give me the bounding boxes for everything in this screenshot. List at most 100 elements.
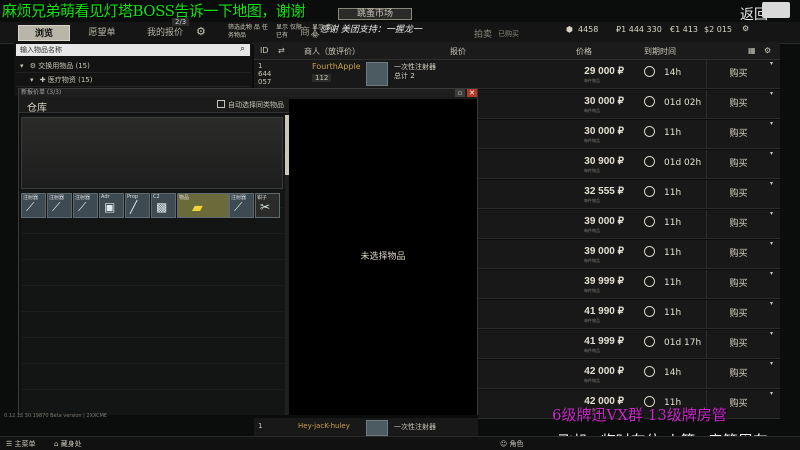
buy-button[interactable]: 购买 [706,330,770,358]
column-offer[interactable]: 报价 [450,46,466,57]
refresh-icon[interactable]: ⚙ [742,24,749,33]
close-icon[interactable]: ✕ [467,89,477,97]
clock-icon [644,276,655,287]
offer-price: 39 999 ₽ [584,276,624,287]
grid-icon[interactable]: ▦ [748,46,756,55]
tab-browse[interactable]: 浏览 [18,25,70,41]
gear-icon[interactable]: ⚙ [764,46,771,55]
syringe-icon: ⟋ [234,200,243,214]
stash-containers[interactable] [21,117,283,189]
filter-quest-items-button[interactable]: 筛选此物 品 任务物品 [228,24,270,40]
pliers-icon: ✂ [260,200,271,214]
hideout-button[interactable]: ⌂ 藏身处 [54,439,82,449]
buy-button[interactable]: 购买 [706,240,770,268]
tab-handbook[interactable]: 拍卖 [474,27,492,40]
stash-titlebar[interactable]: 新报价单 (3/3) [19,89,477,97]
buy-button[interactable]: 购买 [706,60,770,88]
row-menu-icon[interactable] [770,240,776,268]
syringe-item-icon[interactable] [366,420,388,436]
row-menu-icon[interactable] [770,330,776,358]
buy-button[interactable]: 购买 [706,150,770,178]
minimize-icon[interactable]: ▫ [455,89,465,97]
offer-time: 11h [664,278,682,288]
stash-item[interactable]: 钳子 ✂ [255,193,280,218]
character-button[interactable]: ☺ 角色 [500,439,524,449]
price-per-item: 每件物品 [584,318,600,323]
stash-item[interactable]: 注射器 ⟋ [21,193,46,218]
chip-icon: ▩ [156,200,168,214]
sync-icon[interactable]: ⇄ [278,46,285,55]
collapse-icon[interactable]: ▾ [20,62,24,70]
offer-count-badge: 2/3 [172,18,190,26]
clock-icon [644,306,655,317]
buy-button[interactable]: 购买 [706,360,770,388]
gear-icon[interactable]: ⚙ [196,26,208,38]
buy-button[interactable]: 购买 [706,90,770,118]
buy-button[interactable]: 购买 [706,210,770,238]
gold-bar-icon: ▰ [192,200,203,216]
column-merchant[interactable]: 商人（放评价） [304,46,360,57]
barter-icon: ⚙ [29,62,37,70]
row-menu-icon[interactable] [770,210,776,238]
column-id[interactable]: ID [260,46,269,55]
category-row-barter[interactable]: ▾ ⚙ 交换用物品 (15) [16,60,250,73]
auto-select-label: 自动选择同类物品 [228,101,284,109]
syringe-icon: ⟋ [52,200,61,214]
search-input[interactable]: 输入物品名称 [16,44,250,56]
checkbox-icon[interactable] [217,100,225,108]
auto-select-toggle[interactable]: 自动选择同类物品 [217,100,284,110]
stash-item[interactable]: 注射器 ⟋ [229,193,254,218]
row-menu-icon[interactable] [770,90,776,118]
pen-icon: ╱ [130,200,138,214]
price-per-item: 每件物品 [584,108,600,113]
merchant-name[interactable]: FourthApple [312,62,361,71]
offer-price: 41 999 ₽ [584,336,624,347]
no-item-selected-label: 未选择物品 [360,252,406,262]
category-label-barter: 交换用物品 (15) [38,62,90,70]
collapse-icon[interactable]: ▾ [30,76,34,84]
row-menu-icon[interactable] [770,60,776,88]
main-menu-label: 主菜单 [14,440,36,448]
buy-button[interactable]: 购买 [706,300,770,328]
sponsor-subtitle: 感谢 美团支持：一握龙一 [320,25,422,35]
rouble-balance: ₽1 444 330 [616,25,662,34]
row-menu-icon[interactable] [770,300,776,328]
offer-price: 39 000 ₽ [584,216,624,227]
stash-item[interactable]: 物品 ▰ [177,193,229,218]
stash-window: 新报价单 (3/3) ▫ ✕ 仓库 自动选择同类物品 注射器 ⟋ 注射器 ⟋ 注射器… [18,88,478,415]
tab-wishlist[interactable]: 愿望单 [78,25,126,41]
offer-row: 39 000 ₽ 每件物品 11h 购买 [478,210,780,239]
price-per-item: 每件物品 [584,288,600,293]
row-menu-icon[interactable] [770,150,776,178]
buy-button[interactable]: 购买 [706,180,770,208]
tab-my-offers[interactable]: 我的报价 [134,25,196,41]
column-expires[interactable]: 到期时间 [644,46,676,57]
buy-button[interactable]: 购买 [706,270,770,298]
stash-item[interactable]: C2 ▩ [151,193,176,218]
stash-item[interactable]: Prop ╱ [125,193,150,218]
main-menu-button[interactable]: ☰ 主菜单 [6,439,36,449]
stash-item[interactable]: Adr ▣ [99,193,124,218]
price-per-item: 每件物品 [584,228,600,233]
bought-label[interactable]: 已购买 [498,29,519,39]
row-menu-icon[interactable] [770,120,776,148]
row-menu-icon[interactable] [770,180,776,208]
syringe-icon: ⟋ [78,200,87,214]
row-menu-icon[interactable] [770,390,776,418]
offer-price: 30 000 ₽ [584,126,624,137]
stash-item[interactable]: 注射器 ⟋ [47,193,72,218]
menu-icon: ☰ [6,440,15,448]
syringe-item-icon[interactable] [366,62,388,86]
column-price[interactable]: 价格 [576,46,592,57]
buy-button[interactable]: 购买 [706,120,770,148]
offer-id-line: 1 [258,62,263,70]
row-menu-icon[interactable] [770,270,776,298]
row-menu-icon[interactable] [770,360,776,388]
merchant-name[interactable]: Hey-jacK-huley [298,422,350,430]
stash-item[interactable]: 注射器 ⟋ [73,193,98,218]
price-per-item: 每件物品 [584,348,600,353]
offer-price: 30 000 ₽ [584,96,624,107]
category-row-medical[interactable]: ▾ ✚ 医疗物资 (15) [16,74,250,87]
search-icon[interactable]: ⌕ [240,44,245,54]
hideout-label: 藏身处 [60,440,82,448]
